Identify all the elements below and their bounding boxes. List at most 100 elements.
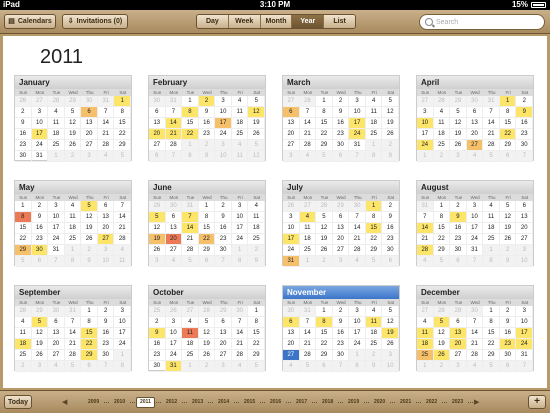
day-cell[interactable]: 23	[516, 129, 534, 140]
day-cell[interactable]: 7	[466, 317, 484, 328]
day-cell[interactable]: 30	[283, 306, 300, 317]
day-cell[interactable]: 11	[483, 212, 500, 223]
day-cell[interactable]: 4	[231, 140, 249, 151]
day-cell[interactable]: 7	[483, 107, 500, 118]
day-cell[interactable]: 19	[149, 234, 166, 245]
day-cell[interactable]: 22	[365, 234, 383, 245]
day-cell[interactable]: 2	[215, 201, 232, 212]
day-cell[interactable]: 8	[114, 361, 132, 372]
day-cell[interactable]: 1	[15, 201, 32, 212]
day-cell[interactable]: 2	[198, 96, 216, 107]
day-cell[interactable]: 9	[382, 212, 400, 223]
day-cell[interactable]: 1	[182, 140, 199, 151]
day-cell[interactable]: 9	[382, 151, 400, 162]
day-cell[interactable]: 8	[483, 317, 500, 328]
day-cell[interactable]: 29	[483, 350, 500, 361]
view-tab-month[interactable]: Month	[260, 15, 293, 28]
day-cell[interactable]: 19	[31, 339, 49, 350]
day-cell[interactable]: 5	[382, 306, 400, 317]
day-cell[interactable]: 3	[283, 212, 300, 223]
day-cell[interactable]: 7	[417, 212, 434, 223]
day-cell[interactable]: 28	[165, 140, 183, 151]
day-cell[interactable]: 25	[64, 234, 82, 245]
day-cell[interactable]: 29	[433, 245, 451, 256]
day-cell[interactable]: 29	[198, 245, 216, 256]
day-cell[interactable]: 19	[499, 223, 517, 234]
day-cell[interactable]: 4	[231, 96, 249, 107]
day-cell[interactable]: 10	[48, 212, 65, 223]
day-cell[interactable]: 6	[48, 317, 65, 328]
day-cell[interactable]: 26	[499, 234, 517, 245]
day-cell[interactable]: 18	[299, 234, 317, 245]
day-cell[interactable]: 12	[81, 212, 98, 223]
day-cell[interactable]: 29	[332, 201, 350, 212]
day-cell[interactable]: 6	[450, 256, 467, 267]
day-cell[interactable]: 29	[215, 306, 232, 317]
day-cell[interactable]: 26	[81, 234, 98, 245]
day-cell[interactable]: 15	[316, 328, 333, 339]
day-cell[interactable]: 26	[15, 96, 32, 107]
day-cell[interactable]: 15	[433, 223, 451, 234]
day-cell[interactable]: 25	[182, 350, 199, 361]
day-cell[interactable]: 10	[231, 212, 249, 223]
day-cell[interactable]: 4	[483, 201, 500, 212]
day-cell[interactable]: 7	[231, 317, 249, 328]
day-cell[interactable]: 17	[231, 223, 249, 234]
day-cell[interactable]: 16	[215, 223, 232, 234]
day-cell[interactable]: 1	[316, 96, 333, 107]
day-cell[interactable]: 4	[48, 361, 65, 372]
day-cell[interactable]: 19	[382, 118, 400, 129]
day-cell[interactable]: 20	[516, 223, 534, 234]
day-cell[interactable]: 20	[215, 339, 232, 350]
day-cell[interactable]: 27	[466, 140, 484, 151]
day-cell[interactable]: 9	[365, 361, 383, 372]
day-cell[interactable]: 7	[349, 212, 366, 223]
day-cell[interactable]: 31	[349, 140, 366, 151]
day-cell[interactable]: 5	[433, 256, 451, 267]
year-item[interactable]: 2016	[270, 397, 281, 408]
day-cell[interactable]: 3	[114, 306, 132, 317]
day-cell[interactable]: 7	[349, 151, 366, 162]
day-cell[interactable]: 19	[450, 129, 467, 140]
day-cell[interactable]: 22	[198, 234, 216, 245]
day-cell[interactable]: 9	[215, 212, 232, 223]
day-cell[interactable]: 15	[316, 118, 333, 129]
day-cell[interactable]: 5	[248, 140, 266, 151]
day-cell[interactable]: 3	[231, 201, 249, 212]
day-cell[interactable]: 5	[248, 96, 266, 107]
day-cell[interactable]: 28	[417, 245, 434, 256]
day-cell[interactable]: 25	[248, 234, 266, 245]
day-cell[interactable]: 2	[332, 306, 350, 317]
day-cell[interactable]: 7	[97, 361, 115, 372]
day-cell[interactable]: 30	[215, 245, 232, 256]
day-cell[interactable]: 29	[64, 96, 82, 107]
day-cell[interactable]: 1	[417, 361, 434, 372]
day-cell[interactable]: 18	[48, 129, 65, 140]
day-cell[interactable]: 22	[316, 339, 333, 350]
day-cell[interactable]: 31	[483, 96, 500, 107]
day-cell[interactable]: 29	[81, 350, 98, 361]
day-cell[interactable]: 30	[382, 245, 400, 256]
day-cell[interactable]: 13	[332, 223, 350, 234]
day-cell[interactable]: 14	[483, 118, 500, 129]
day-cell[interactable]: 30	[81, 96, 98, 107]
day-cell[interactable]: 25	[433, 140, 451, 151]
day-cell[interactable]: 19	[198, 339, 216, 350]
day-cell[interactable]: 25	[365, 339, 383, 350]
day-cell[interactable]: 18	[417, 339, 434, 350]
day-cell[interactable]: 28	[483, 140, 500, 151]
day-cell[interactable]: 24	[283, 245, 300, 256]
day-cell[interactable]: 30	[332, 140, 350, 151]
day-cell[interactable]: 8	[64, 256, 82, 267]
day-cell[interactable]: 6	[382, 256, 400, 267]
day-cell[interactable]: 26	[198, 350, 216, 361]
day-cell[interactable]: 5	[433, 317, 451, 328]
day-cell[interactable]: 7	[97, 107, 115, 118]
day-cell[interactable]: 28	[316, 201, 333, 212]
day-cell[interactable]: 25	[483, 234, 500, 245]
day-cell[interactable]: 20	[332, 234, 350, 245]
day-cell[interactable]: 26	[316, 245, 333, 256]
day-cell[interactable]: 4	[182, 317, 199, 328]
month-august[interactable]: August Sun Mon Tue Wed Thu Fri Sat 31 1 2 3 4 5 6 7 8 9 10…	[416, 180, 534, 267]
year-item[interactable]: 2023	[452, 397, 463, 408]
